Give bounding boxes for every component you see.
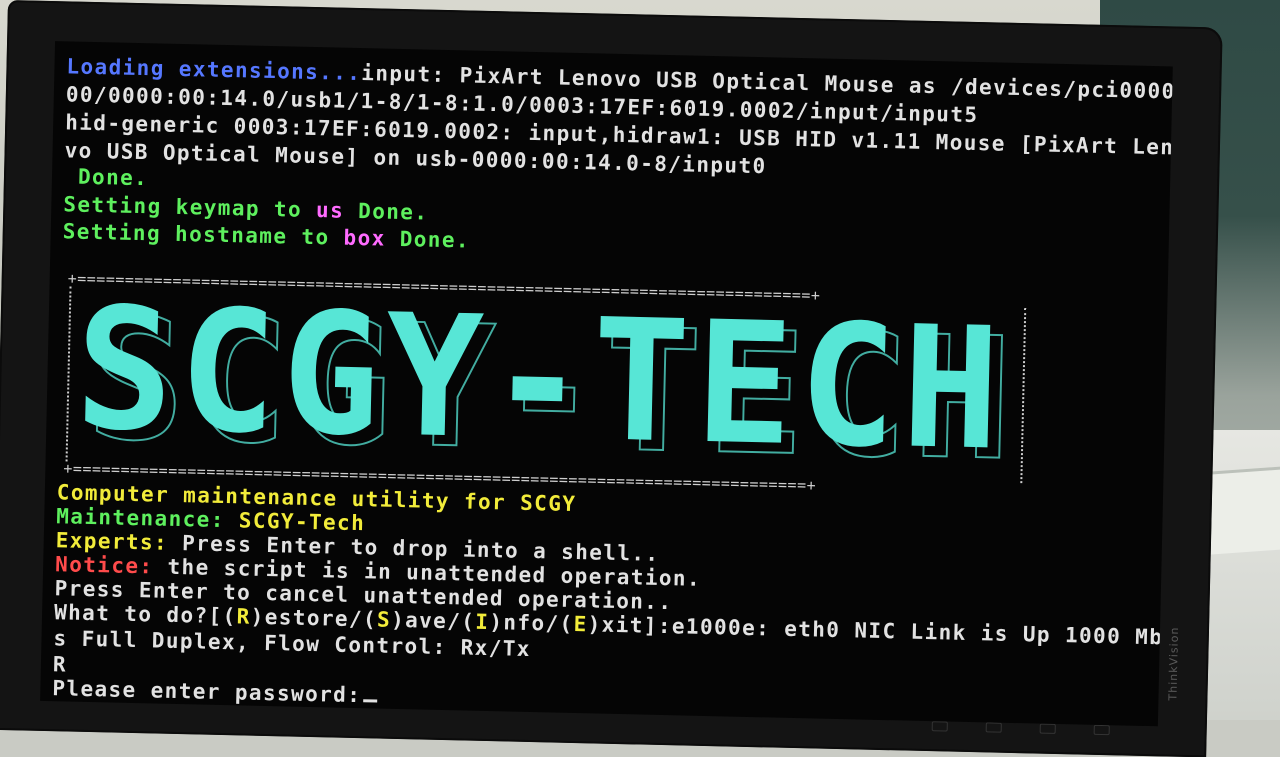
menu-option-exit[interactable]: E <box>573 612 588 636</box>
hostname-prefix: Setting hostname to <box>62 219 344 250</box>
hostname-value: box <box>343 225 386 251</box>
keymap-done: Done. <box>343 198 429 225</box>
loading-extensions-text: Loading extensions... <box>66 54 362 86</box>
monitor-button[interactable] <box>1039 723 1056 734</box>
menu-option-info[interactable]: I <box>475 610 490 634</box>
menu-save-rest: )ave/( <box>390 607 476 634</box>
terminal-screen[interactable]: Loading extensions...input: PixArt Lenov… <box>40 41 1173 727</box>
password-prompt-line[interactable]: Please enter password: <box>52 675 378 708</box>
user-choice-echo: R <box>52 652 68 677</box>
menu-option-restore[interactable]: R <box>236 604 251 628</box>
monitor-brand-label: ThinkVision <box>1166 626 1182 701</box>
monitor-button[interactable] <box>931 721 948 732</box>
hostname-done: Done. <box>385 226 471 253</box>
banner-logo: SCGY-TECH SCGY-TECH <box>73 287 1020 469</box>
monitor-button[interactable] <box>1093 724 1110 736</box>
notice-label: Notice: <box>54 552 154 579</box>
banner-logo-text: SCGY-TECH <box>73 287 1007 469</box>
menu-option-save[interactable]: S <box>377 608 392 632</box>
keymap-value: us <box>315 198 345 223</box>
password-prompt-label: Please enter password: <box>52 676 362 708</box>
monitor-button[interactable] <box>985 722 1002 733</box>
menu-info-rest: )nfo/( <box>489 610 574 636</box>
menu-exit-rest: )xit]:e1000e: eth0 NIC Link is Up 1000 M… <box>587 612 1173 650</box>
keymap-prefix: Setting keymap to <box>63 192 317 223</box>
monitor-bezel: ThinkVision Loading extensions...input: … <box>0 0 1223 757</box>
menu-restore-rest: )estore/( <box>250 604 378 632</box>
menu-prompt-prefix: What to do?[ <box>53 600 223 629</box>
menu-open-paren: ( <box>222 604 237 629</box>
text-cursor <box>363 699 378 703</box>
done-status: Done. <box>63 164 149 191</box>
